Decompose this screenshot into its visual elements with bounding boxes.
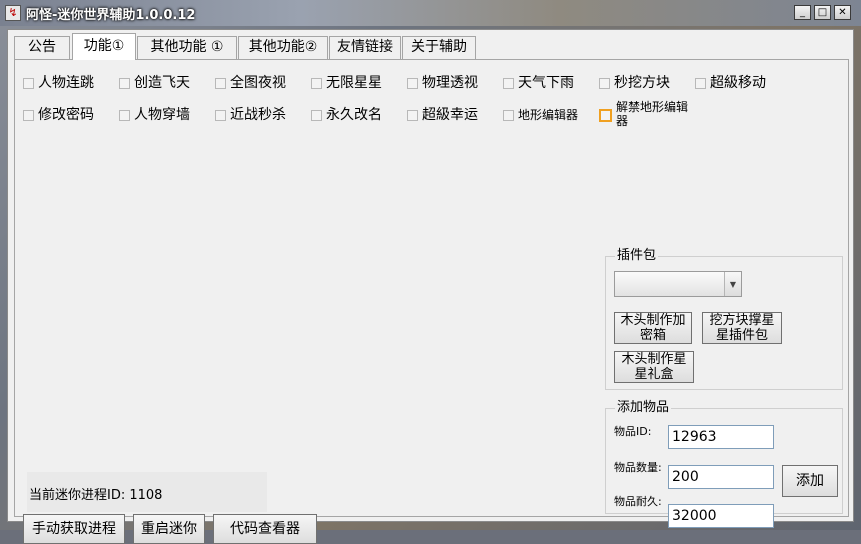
checkbox-box[interactable] xyxy=(215,110,226,121)
checkbox-label: 修改密码 xyxy=(38,107,94,123)
tab-other-features-1[interactable]: 其他功能 ① xyxy=(137,36,237,59)
checkbox-label: 解禁地形编辑器 xyxy=(616,100,689,128)
checkbox-box[interactable] xyxy=(503,78,514,89)
checkbox-instant-dig[interactable]: 秒挖方块 xyxy=(599,74,670,93)
app-window: ↯ 阿怪-迷你世界辅助1.0.0.12 _ □ ✕ 公告 功能① 其他功能 ① … xyxy=(0,0,861,544)
tab-features-1[interactable]: 功能① xyxy=(72,33,136,60)
app-icon: ↯ xyxy=(5,5,21,21)
tab-panel-features: 人物连跳 创造飞天 全图夜视 无限星星 物理透视 天气下雨 秒挖方块 超級移动 … xyxy=(14,59,849,544)
close-button[interactable]: ✕ xyxy=(834,5,851,20)
checkbox-super-luck[interactable]: 超級幸运 xyxy=(407,106,478,125)
checkbox-change-password[interactable]: 修改密码 xyxy=(23,106,94,125)
checkbox-label: 超級移动 xyxy=(710,75,766,91)
minimize-button[interactable]: _ xyxy=(794,5,811,20)
checkbox-physics-xray[interactable]: 物理透视 xyxy=(407,74,478,93)
dig-block-stars-plugin-button[interactable]: 挖方块撑星星插件包 xyxy=(702,312,782,344)
plugin-pack-title: 插件包 xyxy=(615,248,659,264)
checkbox-box[interactable] xyxy=(503,110,514,121)
checkbox-box[interactable] xyxy=(599,109,612,122)
checkbox-label: 创造飞天 xyxy=(134,75,190,91)
checkbox-person-combo-jump[interactable]: 人物连跳 xyxy=(23,74,94,93)
checkbox-label: 地形编辑器 xyxy=(518,108,579,122)
checkbox-super-move[interactable]: 超級移动 xyxy=(695,74,766,93)
checkbox-label: 永久改名 xyxy=(326,107,382,123)
item-durability-input[interactable] xyxy=(668,504,774,528)
checkbox-box[interactable] xyxy=(695,78,706,89)
checkbox-label: 人物穿墙 xyxy=(134,107,190,123)
item-id-label: 物品ID: xyxy=(614,425,652,438)
process-id-text: 当前迷你进程ID: 1108 xyxy=(29,488,163,503)
checkbox-permanent-rename[interactable]: 永久改名 xyxy=(311,106,382,125)
item-id-input[interactable] xyxy=(668,425,774,449)
wooden-encrypted-box-button[interactable]: 木头制作加密箱 xyxy=(614,312,692,344)
get-process-button[interactable]: 手动获取进程 xyxy=(23,514,125,544)
checkbox-night-vision[interactable]: 全图夜视 xyxy=(215,74,286,93)
tab-announcement[interactable]: 公告 xyxy=(14,36,70,59)
checkbox-box[interactable] xyxy=(119,78,130,89)
checkbox-label: 超級幸运 xyxy=(422,107,478,123)
checkbox-label: 人物连跳 xyxy=(38,75,94,91)
chevron-down-icon[interactable]: ▼ xyxy=(724,272,741,296)
checkbox-box[interactable] xyxy=(119,110,130,121)
checkbox-creative-fly[interactable]: 创造飞天 xyxy=(119,74,190,93)
checkbox-label: 秒挖方块 xyxy=(614,75,670,91)
add-item-button[interactable]: 添加 xyxy=(782,465,838,497)
checkbox-box[interactable] xyxy=(23,110,34,121)
checkbox-terrain-editor[interactable]: 地形编辑器 xyxy=(503,106,578,125)
checkbox-rain-weather[interactable]: 天气下雨 xyxy=(503,74,574,93)
checkbox-label: 无限星星 xyxy=(326,75,382,91)
client-area: 公告 功能① 其他功能 ① 其他功能② 友情链接 关于辅助 人物连跳 创造飞天 … xyxy=(7,29,854,544)
wooden-star-gift-box-button[interactable]: 木头制作星星礼盒 xyxy=(614,351,694,383)
checkbox-box[interactable] xyxy=(311,110,322,121)
checkbox-label: 天气下雨 xyxy=(518,75,574,91)
maximize-button[interactable]: □ xyxy=(814,5,831,20)
checkbox-box[interactable] xyxy=(23,78,34,89)
tab-other-features-2[interactable]: 其他功能② xyxy=(238,36,328,59)
tab-friend-links[interactable]: 友情链接 xyxy=(329,36,401,59)
item-quantity-input[interactable] xyxy=(668,465,774,489)
checkbox-melee-instakill[interactable]: 近战秒杀 xyxy=(215,106,286,125)
process-status-panel: 当前迷你进程ID: 1108 xyxy=(27,472,267,512)
checkbox-box[interactable] xyxy=(311,78,322,89)
tab-about[interactable]: 关于辅助 xyxy=(402,36,476,59)
checkbox-box[interactable] xyxy=(407,78,418,89)
checkbox-box[interactable] xyxy=(599,78,610,89)
add-item-group: 添加物品 物品ID: 物品数量: 物品耐久: 添加 xyxy=(605,400,843,528)
item-quantity-label: 物品数量: xyxy=(614,461,662,474)
checkbox-unlock-terrain-editor[interactable]: 解禁地形编辑器 xyxy=(599,100,688,128)
checkbox-label: 物理透视 xyxy=(422,75,478,91)
checkbox-infinite-stars[interactable]: 无限星星 xyxy=(311,74,382,93)
code-viewer-button[interactable]: 代码查看器 xyxy=(213,514,317,544)
plugin-pack-group: 插件包 ▼ 木头制作加密箱 挖方块撑星星插件包 木头制作星星礼盒 xyxy=(605,248,843,390)
plugin-pack-select[interactable]: ▼ xyxy=(614,271,742,297)
checkbox-box[interactable] xyxy=(407,110,418,121)
checkbox-box[interactable] xyxy=(215,78,226,89)
window-title: 阿怪-迷你世界辅助1.0.0.12 xyxy=(26,8,196,23)
restart-game-button[interactable]: 重启迷你 xyxy=(133,514,205,544)
add-item-title: 添加物品 xyxy=(615,400,672,416)
checkbox-wall-pass[interactable]: 人物穿墙 xyxy=(119,106,190,125)
checkbox-label: 近战秒杀 xyxy=(230,107,286,123)
title-bar[interactable]: ↯ 阿怪-迷你世界辅助1.0.0.12 _ □ ✕ xyxy=(0,0,861,26)
item-durability-label: 物品耐久: xyxy=(614,495,662,508)
checkbox-label: 全图夜视 xyxy=(230,75,286,91)
